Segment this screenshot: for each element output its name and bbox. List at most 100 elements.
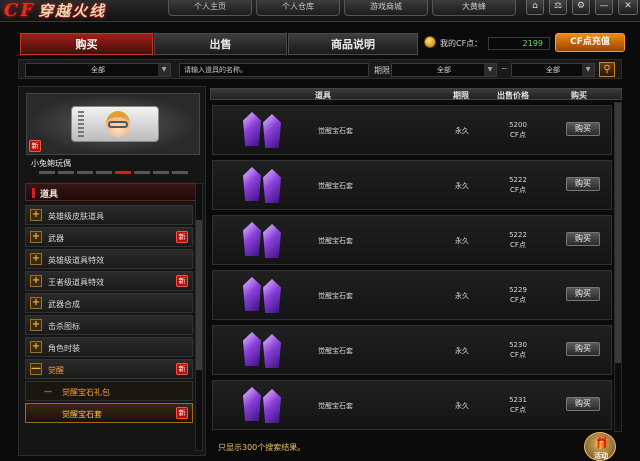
buy-button[interactable]: 购买	[566, 287, 600, 301]
plus-icon: +	[30, 253, 42, 265]
preview-pager	[39, 171, 189, 175]
category-item-weapons[interactable]: + 武器 新	[25, 227, 193, 247]
buy-button[interactable]: 购买	[566, 397, 600, 411]
search-button[interactable]: ⚲	[599, 62, 615, 77]
plus-icon: +	[30, 209, 42, 221]
item-period: 永久	[455, 237, 469, 245]
new-badge: 新	[176, 363, 188, 375]
subcategory-item-gem-pack[interactable]: — 觉醒宝石礼包	[25, 381, 193, 401]
table-row: 觉醒宝石套 永久 5222 CF点 购买	[212, 215, 612, 265]
table-row: 觉醒宝石套 永久 5222 CF点 购买	[212, 160, 612, 210]
pager-dot[interactable]	[96, 171, 112, 174]
minimize-icon[interactable]: —	[595, 0, 613, 15]
chevron-down-icon: ▼	[158, 64, 170, 76]
category-item-weapon-synthesis[interactable]: + 武器合成	[25, 293, 193, 313]
gear-icon[interactable]: ⚙	[572, 0, 590, 15]
scrollbar-thumb[interactable]	[615, 103, 621, 363]
table-row: 觉醒宝石套 永久 5229 CF点 购买	[212, 270, 612, 320]
category-header-label: 道具	[40, 190, 59, 200]
category-label: 击杀图标	[48, 322, 80, 331]
recharge-button[interactable]: CF点充值	[555, 33, 625, 52]
dash-icon: —	[44, 387, 52, 396]
price-value: 5200	[509, 121, 527, 129]
results-scrollbar[interactable]	[614, 102, 622, 432]
pager-dot[interactable]	[134, 171, 150, 174]
price-value: 5229	[509, 286, 527, 294]
category-label: 英雄级道具特效	[48, 256, 104, 265]
scrollbar-thumb[interactable]	[196, 220, 202, 370]
price-unit: CF点	[510, 131, 526, 139]
doll-glasses	[108, 121, 128, 128]
buy-button[interactable]: 购买	[566, 232, 600, 246]
table-row: 觉醒宝石套 永久 5231 CF点 购买	[212, 380, 612, 430]
header-marker	[32, 188, 35, 198]
column-header-buy: 购买	[571, 91, 587, 100]
pager-dot[interactable]	[153, 171, 169, 174]
category-label: 武器合成	[48, 300, 80, 309]
column-header-price: 出售价格	[497, 91, 529, 100]
category-label: 英雄级皮肤道具	[48, 212, 104, 221]
scale-icon[interactable]: ⚖	[549, 0, 567, 15]
period-from-select[interactable]: 全部 ▼	[391, 63, 497, 77]
buy-button[interactable]: 购买	[566, 122, 600, 136]
category-item-hero-effects[interactable]: + 英雄级道具特效	[25, 249, 193, 269]
category-item-awakening[interactable]: — 觉醒 新	[25, 359, 193, 379]
logo-text: 穿越火线	[38, 2, 107, 20]
category-scrollbar[interactable]	[195, 183, 203, 451]
ticket-stripe	[78, 111, 84, 137]
event-button[interactable]: 🎁 活动	[584, 432, 616, 461]
price-value: 5222	[509, 176, 527, 184]
item-name: 觉醒宝石套	[318, 127, 353, 135]
top-nav-warehouse[interactable]: 个人仓库	[256, 0, 340, 16]
top-nav-mall[interactable]: 游戏商城	[344, 0, 428, 16]
period-label: 期限	[374, 66, 390, 75]
plus-icon: +	[30, 319, 42, 331]
awakening-gem-icon	[241, 112, 285, 150]
category-select[interactable]: 全部 ▼	[25, 63, 171, 77]
tab-item-info[interactable]: 商品说明	[288, 33, 418, 55]
category-item-hero-skin[interactable]: + 英雄级皮肤道具	[25, 205, 193, 225]
buy-button[interactable]: 购买	[566, 342, 600, 356]
category-label: 武器	[48, 234, 64, 243]
top-nav-personal-home[interactable]: 个人主页	[168, 0, 252, 16]
plus-icon: +	[30, 275, 42, 287]
period-to-select[interactable]: 全部 ▼	[511, 63, 595, 77]
category-label: 觉醒	[48, 366, 64, 375]
ticket-image	[71, 106, 159, 142]
top-nav-bumblebee[interactable]: 大黄蜂	[432, 0, 516, 16]
pager-dot[interactable]	[58, 171, 74, 174]
item-price: 5230 CF点	[503, 340, 533, 360]
item-period: 永久	[455, 292, 469, 300]
item-name: 觉醒宝石套	[318, 182, 353, 190]
chevron-down-icon: ▼	[484, 64, 496, 76]
pager-dot-active[interactable]	[115, 171, 131, 174]
tab-sell[interactable]: 出售	[154, 33, 287, 55]
price-unit: CF点	[510, 241, 526, 249]
subcategory-item-gem-set[interactable]: 觉醒宝石套 新	[25, 403, 193, 423]
item-period: 永久	[455, 402, 469, 410]
table-row: 觉醒宝石套 永久 5200 CF点 购买	[212, 105, 612, 155]
tab-buy[interactable]: 购买	[20, 33, 153, 55]
item-preview: 新 小兔鲍玩偶	[26, 93, 200, 168]
pager-dot[interactable]	[172, 171, 188, 174]
item-name: 觉醒宝石套	[318, 237, 353, 245]
pager-dot[interactable]	[39, 171, 55, 174]
close-icon[interactable]: ✕	[618, 0, 638, 15]
category-panel: 新 小兔鲍玩偶 道具 + 英雄级皮肤道具 + 武器 新 + 英雄级道具特效 + …	[18, 86, 206, 456]
category-item-costumes[interactable]: + 角色时装	[25, 337, 193, 357]
category-label: 觉醒宝石礼包	[62, 388, 110, 397]
category-item-king-effects[interactable]: + 王者级道具特效 新	[25, 271, 193, 291]
cf-points-label: 我的CF点：	[440, 39, 483, 48]
category-item-kill-icons[interactable]: + 击杀图标	[25, 315, 193, 335]
price-unit: CF点	[510, 406, 526, 414]
awakening-gem-icon	[241, 387, 285, 425]
awakening-gem-icon	[241, 277, 285, 315]
buy-button[interactable]: 购买	[566, 177, 600, 191]
table-row: 觉醒宝石套 永久 5230 CF点 购买	[212, 325, 612, 375]
pager-dot[interactable]	[77, 171, 93, 174]
category-label: 王者级道具特效	[48, 278, 104, 287]
search-input[interactable]: 请输入道具的名称。	[179, 63, 369, 77]
preview-item-name: 小兔鲍玩偶	[31, 159, 71, 168]
column-header-period: 期限	[453, 91, 469, 100]
home-icon[interactable]: ⌂	[526, 0, 544, 15]
